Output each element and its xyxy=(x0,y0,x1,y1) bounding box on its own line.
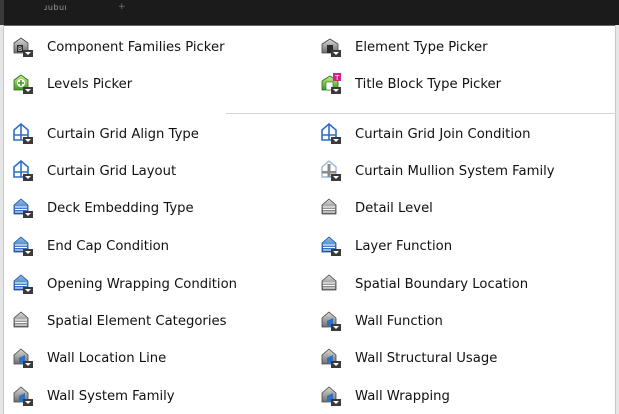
node-label: Deck Embedding Type xyxy=(47,200,194,216)
detail-level-icon xyxy=(13,311,29,328)
node-detail-level[interactable]: Detail Level xyxy=(320,193,433,223)
node-label: Wall Structural Usage xyxy=(355,350,498,366)
svg-text:B: B xyxy=(18,46,22,53)
layered-wall-icon xyxy=(13,198,33,218)
node-wall-function[interactable]: Wall Function xyxy=(320,306,443,336)
node-component-families-picker[interactable]: B Component Families Picker xyxy=(12,32,225,62)
node-label: End Cap Condition xyxy=(47,238,170,254)
node-spatial-boundary-location[interactable]: Spatial Boundary Location xyxy=(320,269,528,299)
svg-text:T: T xyxy=(334,74,340,82)
right-frame-border xyxy=(615,25,619,414)
detail-level-icon xyxy=(321,274,337,291)
layered-wall-icon xyxy=(13,274,33,294)
node-label: Title Block Type Picker xyxy=(355,76,502,92)
curtain-grid-icon xyxy=(13,160,33,181)
title-bar-edge xyxy=(0,0,4,25)
wall-icon xyxy=(321,311,341,331)
node-label: Wall Function xyxy=(355,313,443,329)
node-label: Curtain Grid Join Condition xyxy=(355,126,531,142)
node-label: Wall Wrapping xyxy=(355,388,450,404)
node-element-type-picker[interactable]: Element Type Picker xyxy=(320,32,488,62)
node-label: Element Type Picker xyxy=(355,39,488,55)
node-curtain-grid-align-type[interactable]: Curtain Grid Align Type xyxy=(12,119,199,149)
node-curtain-mullion-system-family[interactable]: Curtain Mullion System Family xyxy=(320,156,555,186)
window-title-fragment: ɹubuı xyxy=(44,3,68,12)
node-wall-wrapping[interactable]: Wall Wrapping xyxy=(320,381,450,411)
node-opening-wrapping-condition[interactable]: Opening Wrapping Condition xyxy=(12,269,237,299)
node-wall-structural-usage[interactable]: Wall Structural Usage xyxy=(320,343,497,373)
wall-icon xyxy=(13,386,33,406)
node-wall-location-line[interactable]: Wall Location Line xyxy=(12,343,166,373)
detail-level-icon xyxy=(321,198,337,215)
node-label: Curtain Mullion System Family xyxy=(355,163,555,179)
node-label: Component Families Picker xyxy=(47,39,225,55)
node-title-block-type-picker[interactable]: T Title Block Type Picker xyxy=(320,69,501,99)
node-label: Spatial Boundary Location xyxy=(355,276,529,292)
node-label: Curtain Grid Align Type xyxy=(47,126,199,142)
node-label: Curtain Grid Layout xyxy=(47,163,177,179)
node-label: Wall System Family xyxy=(47,388,175,404)
node-curtain-grid-join-condition[interactable]: Curtain Grid Join Condition xyxy=(320,119,530,149)
node-levels-picker[interactable]: Levels Picker xyxy=(12,69,132,99)
wall-icon xyxy=(321,348,341,368)
layered-wall-icon xyxy=(13,236,33,256)
levels-picker-icon xyxy=(13,74,33,94)
curtain-grid-icon xyxy=(321,123,341,144)
node-wall-system-family[interactable]: Wall System Family xyxy=(12,381,175,411)
wall-icon xyxy=(321,386,341,406)
node-layer-function[interactable]: Layer Function xyxy=(320,231,452,261)
component-families-picker-icon: B xyxy=(13,37,33,57)
element-type-picker-icon xyxy=(321,38,341,57)
node-label: Spatial Element Categories xyxy=(47,313,227,329)
node-spatial-element-categories[interactable]: Spatial Element Categories xyxy=(12,306,226,336)
node-end-cap-condition[interactable]: End Cap Condition xyxy=(12,231,169,261)
node-deck-embedding-type[interactable]: Deck Embedding Type xyxy=(12,193,194,223)
curtain-mullion-icon xyxy=(321,160,341,181)
node-label: Levels Picker xyxy=(47,76,133,92)
window-title-bar: ɹubuı + xyxy=(0,0,619,26)
section-divider xyxy=(226,113,616,114)
wall-icon xyxy=(13,348,33,368)
node-label: Detail Level xyxy=(355,200,433,216)
node-label: Opening Wrapping Condition xyxy=(47,276,238,292)
layered-wall-icon xyxy=(321,236,341,256)
title-block-type-picker-icon: T xyxy=(321,73,341,94)
node-label: Layer Function xyxy=(355,238,453,254)
add-tab-button[interactable]: + xyxy=(118,2,126,12)
node-label: Wall Location Line xyxy=(47,350,167,366)
left-frame-border xyxy=(0,25,4,414)
node-curtain-grid-layout[interactable]: Curtain Grid Layout xyxy=(12,156,176,186)
curtain-grid-icon xyxy=(13,123,33,144)
